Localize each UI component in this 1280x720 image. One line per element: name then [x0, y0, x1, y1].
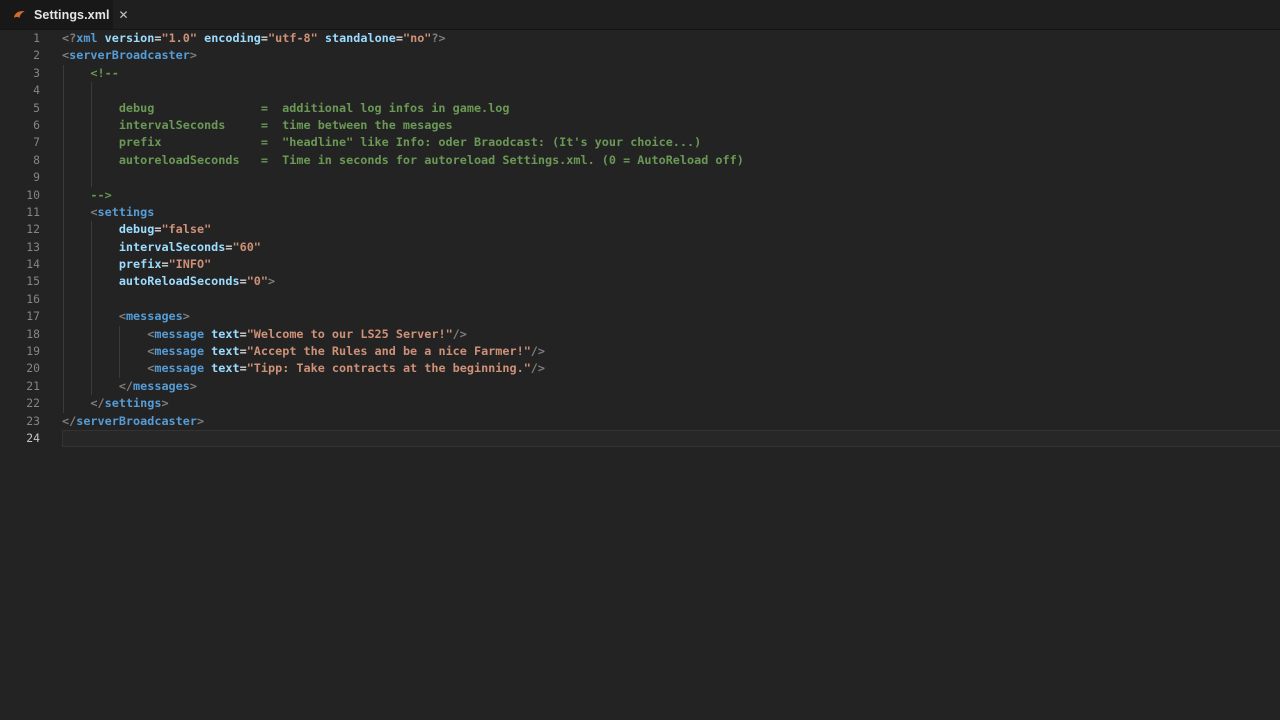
- line-number: 18: [0, 326, 40, 343]
- line-number: 4: [0, 82, 40, 99]
- code-editor[interactable]: 1 <?xml version="1.0" encoding="utf-8" st…: [0, 30, 1280, 720]
- code-text: <settings: [62, 204, 1280, 221]
- line-number: 24: [0, 430, 40, 447]
- code-text: <!--: [62, 65, 1280, 82]
- code-text: </settings>: [62, 395, 1280, 412]
- code-line[interactable]: 14 prefix="INFO": [0, 256, 1280, 273]
- code-line[interactable]: 18 <message text="Welcome to our LS25 Se…: [0, 326, 1280, 343]
- tab-settings-xml[interactable]: Settings.xml ✕: [0, 0, 113, 29]
- code-text: debug = additional log infos in game.log: [62, 100, 1280, 117]
- line-number: 16: [0, 291, 40, 308]
- code-text: [62, 430, 1280, 447]
- code-line[interactable]: 4: [0, 82, 1280, 99]
- code-line[interactable]: 6 intervalSeconds = time between the mes…: [0, 117, 1280, 134]
- code-line[interactable]: 11 <settings: [0, 204, 1280, 221]
- line-number: 2: [0, 47, 40, 64]
- code-text: autoreloadSeconds = Time in seconds for …: [62, 152, 1280, 169]
- line-number: 5: [0, 100, 40, 117]
- line-number: 11: [0, 204, 40, 221]
- code-line[interactable]: 16: [0, 291, 1280, 308]
- code-text: [62, 82, 1280, 99]
- code-line[interactable]: 9: [0, 169, 1280, 186]
- line-number: 3: [0, 65, 40, 82]
- code-text: intervalSeconds="60": [62, 239, 1280, 256]
- line-number: 19: [0, 343, 40, 360]
- code-text: </serverBroadcaster>: [62, 413, 1280, 430]
- line-number: 15: [0, 273, 40, 290]
- line-number: 7: [0, 134, 40, 151]
- code-line[interactable]: 21 </messages>: [0, 378, 1280, 395]
- code-text: -->: [62, 187, 1280, 204]
- code-line[interactable]: 2 <serverBroadcaster>: [0, 47, 1280, 64]
- code-line[interactable]: 7 prefix = "headline" like Info: oder Br…: [0, 134, 1280, 151]
- code-line[interactable]: 12 debug="false": [0, 221, 1280, 238]
- code-text: [62, 169, 1280, 186]
- code-text: prefix = "headline" like Info: oder Brao…: [62, 134, 1280, 151]
- line-number: 10: [0, 187, 40, 204]
- code-text: debug="false": [62, 221, 1280, 238]
- xml-file-icon: [13, 8, 27, 22]
- code-line[interactable]: 3 <!--: [0, 65, 1280, 82]
- code-line[interactable]: 19 <message text="Accept the Rules and b…: [0, 343, 1280, 360]
- code-text: <message text="Accept the Rules and be a…: [62, 343, 1280, 360]
- code-line[interactable]: 1 <?xml version="1.0" encoding="utf-8" st…: [0, 30, 1280, 47]
- line-number: 9: [0, 169, 40, 186]
- code-line[interactable]: 22 </settings>: [0, 395, 1280, 412]
- code-line[interactable]: 24: [0, 430, 1280, 447]
- line-number: 22: [0, 395, 40, 412]
- line-number: 14: [0, 256, 40, 273]
- code-line[interactable]: 8 autoreloadSeconds = Time in seconds fo…: [0, 152, 1280, 169]
- code-text: <messages>: [62, 308, 1280, 325]
- code-lines: 1 <?xml version="1.0" encoding="utf-8" st…: [0, 30, 1280, 720]
- line-number: 1: [0, 30, 40, 47]
- code-text: [62, 291, 1280, 308]
- code-line[interactable]: 23 </serverBroadcaster>: [0, 413, 1280, 430]
- code-line[interactable]: 13 intervalSeconds="60": [0, 239, 1280, 256]
- line-number: 13: [0, 239, 40, 256]
- line-number: 6: [0, 117, 40, 134]
- code-line[interactable]: 10 -->: [0, 187, 1280, 204]
- line-number: 21: [0, 378, 40, 395]
- code-line[interactable]: 5 debug = additional log infos in game.l…: [0, 100, 1280, 117]
- line-number: 23: [0, 413, 40, 430]
- tab-close-button[interactable]: ✕: [117, 8, 131, 22]
- code-line[interactable]: 20 <message text="Tipp: Take contracts a…: [0, 360, 1280, 377]
- code-text: <serverBroadcaster>: [62, 47, 1280, 64]
- code-text: intervalSeconds = time between the mesag…: [62, 117, 1280, 134]
- tab-title: Settings.xml: [34, 8, 110, 22]
- line-number: 17: [0, 308, 40, 325]
- code-text: <message text="Welcome to our LS25 Serve…: [62, 326, 1280, 343]
- code-text: autoReloadSeconds="0">: [62, 273, 1280, 290]
- code-text: <?xml version="1.0" encoding="utf-8" sta…: [62, 30, 1280, 47]
- code-line[interactable]: 17 <messages>: [0, 308, 1280, 325]
- tab-bar: Settings.xml ✕: [0, 0, 1280, 30]
- code-line[interactable]: 15 autoReloadSeconds="0">: [0, 273, 1280, 290]
- code-text: <message text="Tipp: Take contracts at t…: [62, 360, 1280, 377]
- code-text: </messages>: [62, 378, 1280, 395]
- line-number: 8: [0, 152, 40, 169]
- line-number: 12: [0, 221, 40, 238]
- line-number: 20: [0, 360, 40, 377]
- code-text: prefix="INFO": [62, 256, 1280, 273]
